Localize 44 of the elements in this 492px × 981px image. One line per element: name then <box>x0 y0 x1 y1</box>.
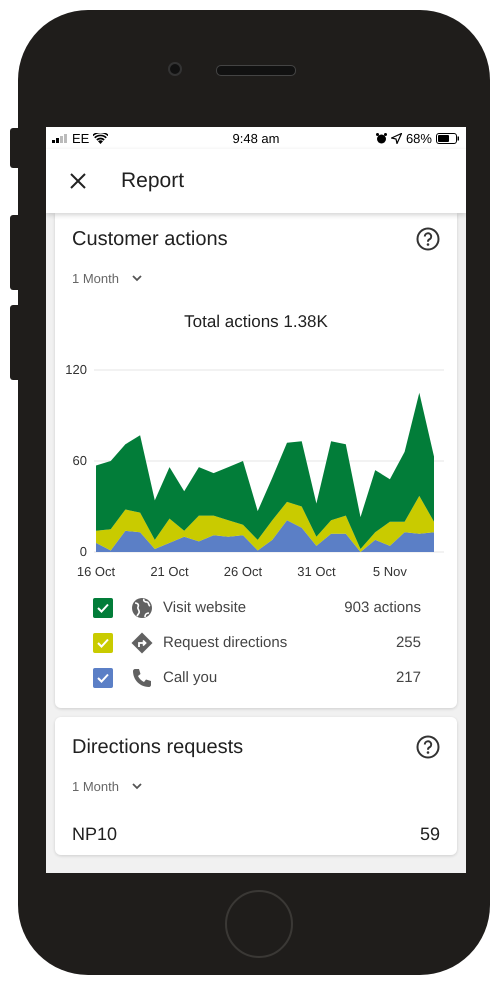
legend-label: Visit website <box>163 599 246 616</box>
card-title: Customer actions <box>72 228 228 250</box>
y-axis-label: 120 <box>65 362 87 377</box>
total-actions: Total actions 1.38K <box>183 312 329 332</box>
series-checkbox[interactable] <box>93 668 113 688</box>
battery-percent: 68% <box>406 130 432 146</box>
status-time: 9:48 am <box>232 130 280 146</box>
carrier-name: EE <box>72 130 90 146</box>
series-checkbox[interactable] <box>93 598 113 618</box>
legend-value: 255 <box>396 634 421 651</box>
area-name: NP10 <box>72 824 118 845</box>
signal-icon <box>52 134 68 142</box>
check-icon <box>97 672 109 682</box>
page-title: Report <box>121 169 184 193</box>
x-axis-label: 16 Oct <box>76 564 116 579</box>
alarm-clock-icon <box>376 132 387 144</box>
chevron-down-icon <box>132 783 142 790</box>
legend-value: 217 <box>396 669 421 686</box>
x-axis-label: 21 Oct <box>150 564 189 579</box>
legend-label: Request directions <box>163 634 288 651</box>
help-icon[interactable] <box>416 227 440 251</box>
x-axis-label: 26 Oct <box>224 564 262 579</box>
globe-icon <box>131 596 153 618</box>
x-axis-label: 5 Nov <box>372 564 407 579</box>
card-title: Directions requests <box>72 736 244 758</box>
check-icon <box>97 638 109 648</box>
y-axis-label: 60 <box>72 453 87 468</box>
check-icon <box>97 602 109 612</box>
phone-icon <box>131 666 153 688</box>
battery-icon <box>436 132 460 144</box>
legend-label: Call you <box>163 669 218 686</box>
series-checkbox[interactable] <box>93 632 113 652</box>
y-axis-label: 0 <box>80 544 87 559</box>
chevron-down-icon <box>132 275 142 282</box>
period-dropdown[interactable]: 1 Month <box>72 779 142 794</box>
directions-sign-icon <box>131 632 153 654</box>
help-icon[interactable] <box>416 735 440 759</box>
wifi-icon <box>93 132 108 144</box>
period-dropdown[interactable]: 1 Month <box>72 271 142 286</box>
legend-value: 903 actions <box>344 599 421 616</box>
x-axis-label: 31 Oct <box>297 564 336 579</box>
request-count: 59 <box>420 824 440 845</box>
location-arrow-icon <box>390 132 402 144</box>
camera-icon <box>168 62 182 76</box>
